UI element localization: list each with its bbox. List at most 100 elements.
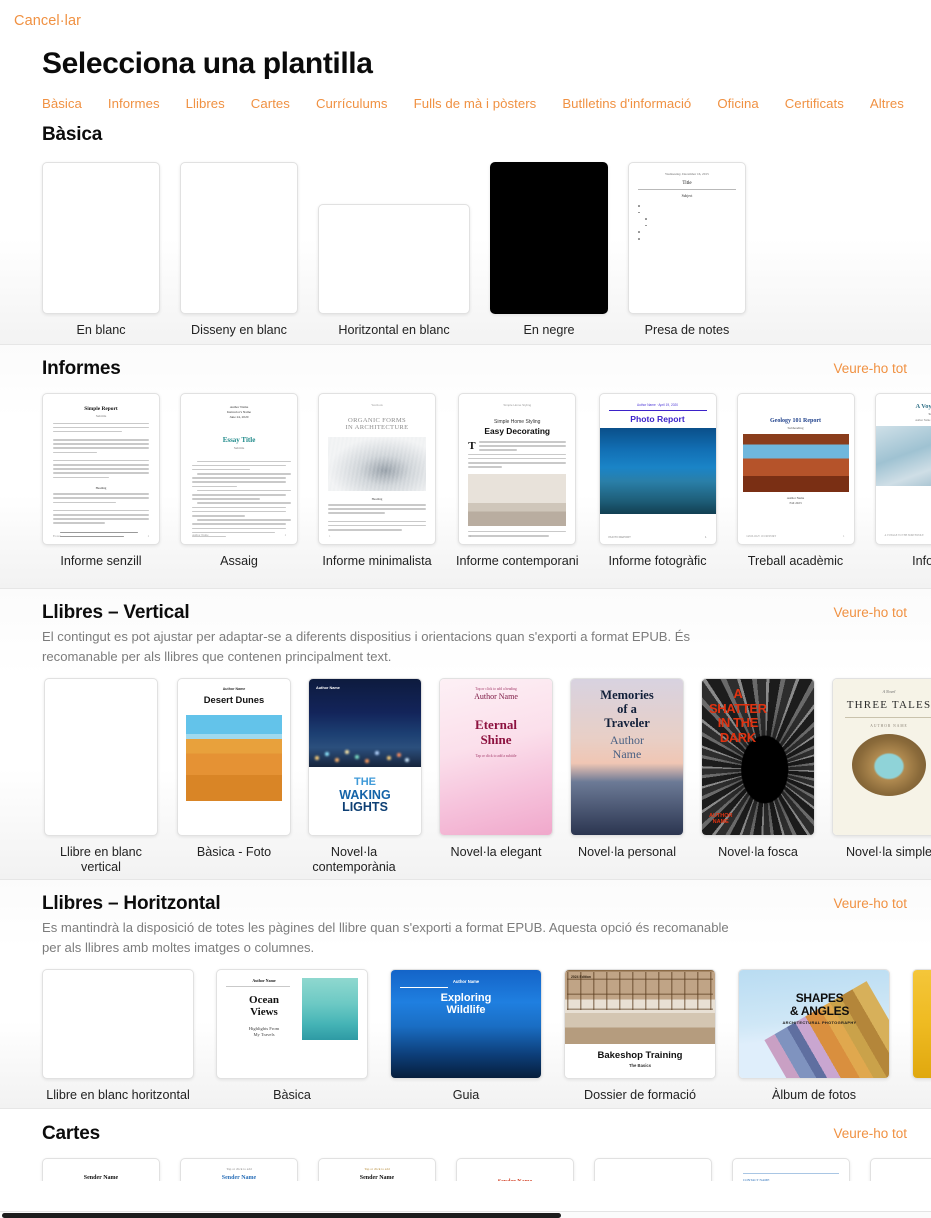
- tab-butlletins[interactable]: Butlletins d'informació: [562, 96, 691, 111]
- template-item-assaig[interactable]: Author Name Instructor's Name June 24, 2…: [180, 393, 298, 569]
- thumbnail-blank-portrait[interactable]: [42, 162, 160, 314]
- thumbnail-card-clipped[interactable]: [870, 1158, 931, 1181]
- thumbnail-desert-dunes[interactable]: Author Name Desert Dunes: [177, 678, 291, 836]
- thumbnail-shapes-angles[interactable]: SHAPES & ANGLES ARCHITECTURAL PHOTOGRAPH…: [738, 969, 890, 1079]
- template-item-album-de-fotos[interactable]: SHAPES & ANGLES ARCHITECTURAL PHOTOGRAPH…: [738, 969, 890, 1103]
- see-all-link[interactable]: Veure-ho tot: [833, 602, 907, 620]
- template-item-disseny-en-blanc[interactable]: Disseny en blanc: [180, 162, 298, 338]
- template-item-en-negre[interactable]: En negre: [490, 162, 608, 338]
- template-item-novella-elegant[interactable]: Tap or click to add a heading Author Nam…: [439, 678, 553, 860]
- iceberg-photo: [875, 426, 931, 486]
- see-all-link[interactable]: Veure-ho tot: [833, 1123, 907, 1141]
- thumbnail-memories-traveler[interactable]: Memories of a Traveler Author Name: [570, 678, 684, 836]
- template-item-presa-de-notes[interactable]: Wednesday, December 16, 2015 Title Subje…: [628, 162, 746, 338]
- template-item-novella-contemporania[interactable]: Author Name THE WAKING LIGHTS Novel·la c…: [308, 678, 422, 875]
- academic-subtitle: Subheading: [787, 426, 804, 430]
- thumbnail-card-red[interactable]: Sender Name: [456, 1158, 574, 1181]
- thumbnail-card-plain[interactable]: Sender Name: [42, 1158, 160, 1181]
- tab-informes[interactable]: Informes: [108, 96, 160, 111]
- thumbnail-contemporary-report[interactable]: Simple Home Styling Simple Home Styling …: [458, 393, 577, 545]
- tab-certificats[interactable]: Certificats: [785, 96, 844, 111]
- template-item-informe-fotografic[interactable]: Author Name · April 19, 2020 Photo Repor…: [598, 393, 717, 569]
- thumbnail-exploring-wildlife[interactable]: Author Name Exploring Wildlife: [390, 969, 542, 1079]
- template-item-dossier-de-formacio[interactable]: 2024 Edition Bakeshop Training The Basic…: [564, 969, 716, 1103]
- thumbnail-card-lines[interactable]: CONTACT NAME: [732, 1158, 850, 1181]
- section-description: Es mantindrà la disposició de totes les …: [42, 920, 729, 955]
- thumbnail-essay[interactable]: Author Name Instructor's Name June 24, 2…: [180, 393, 298, 545]
- notes-subject: Subject: [681, 194, 693, 198]
- thumbnail-three-tales[interactable]: A Novel THREE TALES AUTHOR NAME: [832, 678, 931, 836]
- template-item-treball-academic[interactable]: Geology 101 Report Subheading Author Nam…: [736, 393, 855, 569]
- thumbnail-blank-landscape[interactable]: [318, 204, 470, 314]
- template-item-horitzontal-en-blanc[interactable]: Horitzontal en blanc: [318, 162, 470, 338]
- template-row-cartes[interactable]: Sender Name Tap or click to add Sender N…: [0, 1145, 931, 1181]
- template-item-llibre-en-blanc-horitzontal[interactable]: Llibre en blanc horitzontal: [42, 969, 194, 1103]
- template-item-carta-6[interactable]: CONTACT NAME: [732, 1158, 850, 1181]
- template-row-llibres-horitzontal[interactable]: Llibre en blanc horitzontal Author Name …: [0, 957, 931, 1103]
- template-item-basica-foto[interactable]: Author Name Desert Dunes Bàsica - Foto: [177, 678, 291, 860]
- template-item-basica-horitzontal[interactable]: Author Name Ocean Views Highlights From …: [216, 969, 368, 1103]
- template-row-informes[interactable]: Simple Report Subtitle Heading Footer 1 …: [0, 380, 931, 569]
- template-item-carta-2[interactable]: Tap or click to add Sender Name: [180, 1158, 298, 1181]
- section-informes: Informes Veure-ho tot Simple Report Subt…: [0, 345, 931, 588]
- thumbnail-card-dark[interactable]: Tap or click to add Sender Name SUBTITLE…: [318, 1158, 436, 1181]
- template-item-en-blanc[interactable]: En blanc: [42, 162, 160, 338]
- see-all-link[interactable]: Veure-ho tot: [833, 893, 907, 911]
- thumbnail-note-taking[interactable]: Wednesday, December 16, 2015 Title Subje…: [628, 162, 746, 314]
- template-item-informe-minimalista[interactable]: Yearbook ORGANIC FORMS IN ARCHITECTURE H…: [318, 393, 436, 569]
- template-caption: Llibre en blanc horitzontal: [46, 1088, 190, 1102]
- thumbnail-card-blue[interactable]: Tap or click to add Sender Name: [180, 1158, 298, 1181]
- thumbnail-card-icon[interactable]: Sender Name: [594, 1158, 712, 1181]
- nest-photo: [852, 734, 926, 796]
- template-item-guia[interactable]: Author Name Exploring Wildlife Guia: [390, 969, 542, 1103]
- card-sender: Sender Name: [359, 1175, 395, 1181]
- template-item-novella-personal[interactable]: Memories of a Traveler Author Name Novel…: [570, 678, 684, 860]
- thumbnail-black[interactable]: [490, 162, 608, 314]
- thumbnail-eternal-shine[interactable]: Tap or click to add a heading Author Nam…: [439, 678, 553, 836]
- thumbnail-simple-report[interactable]: Simple Report Subtitle Heading Footer 1: [42, 393, 160, 545]
- thumbnail-blank-layout[interactable]: [180, 162, 298, 314]
- thumbnail-academic-paper[interactable]: Geology 101 Report Subheading Author Nam…: [736, 393, 855, 545]
- template-item-novella-fosca[interactable]: A SHATTER IN THE DARK AUTHOR NAME Novel·…: [701, 678, 815, 860]
- template-item-carta-5[interactable]: Sender Name: [594, 1158, 712, 1181]
- thumbnail-waking-lights[interactable]: Author Name THE WAKING LIGHTS: [308, 678, 422, 836]
- template-row-llibres-vertical[interactable]: Llibre en blanc vertical Author Name Des…: [0, 666, 931, 875]
- cancel-button[interactable]: Cancel·lar: [14, 13, 81, 29]
- thumbnail-ocean-views[interactable]: Author Name Ocean Views Highlights From …: [216, 969, 368, 1079]
- see-all-link[interactable]: Veure-ho tot: [833, 358, 907, 376]
- template-item-carta-3[interactable]: Tap or click to add Sender Name SUBTITLE…: [318, 1158, 436, 1181]
- template-item-recipes-clipped[interactable]: Recipes Soups by Author St Ra: [912, 969, 931, 1088]
- template-item-carta-1[interactable]: Sender Name: [42, 1158, 160, 1181]
- thumbnail-photo-report[interactable]: Author Name · April 19, 2020 Photo Repor…: [598, 393, 717, 545]
- thumbnail-bakeshop-training[interactable]: 2024 Edition Bakeshop Training The Basic…: [564, 969, 716, 1079]
- thumbnail-shatter-dark[interactable]: A SHATTER IN THE DARK AUTHOR NAME: [701, 678, 815, 836]
- tab-basica[interactable]: Bàsica: [42, 96, 82, 111]
- thumbnail-minimal-report[interactable]: Yearbook ORGANIC FORMS IN ARCHITECTURE H…: [318, 393, 436, 545]
- template-row-basica[interactable]: En blanc Disseny en blanc Horitzontal en…: [0, 146, 931, 338]
- thumbnail-blank-book-portrait[interactable]: [44, 678, 158, 836]
- category-tabbar[interactable]: Bàsica Informes Llibres Cartes Currículu…: [0, 82, 931, 111]
- thumbnail-voyage-report[interactable]: A Voyage to t Subtitle Author Name · Feb…: [874, 393, 931, 545]
- tab-llibres[interactable]: Llibres: [186, 96, 225, 111]
- template-item-carta-7[interactable]: [870, 1158, 931, 1181]
- template-item-informe-clipped[interactable]: A Voyage to t Subtitle Author Name · Feb…: [874, 393, 931, 569]
- academic-class: Fall 2023: [789, 501, 802, 505]
- tab-cartes[interactable]: Cartes: [251, 96, 290, 111]
- template-item-informe-senzill[interactable]: Simple Report Subtitle Heading Footer 1 …: [42, 393, 160, 569]
- tab-fulls-de-ma[interactable]: Fulls de mà i pòsters: [414, 96, 537, 111]
- tab-altres[interactable]: Altres: [870, 96, 904, 111]
- canyon-photo: [742, 434, 849, 492]
- thumbnail-blank-book-landscape[interactable]: [42, 969, 194, 1079]
- scrollbar-thumb[interactable]: [2, 1213, 561, 1218]
- notes-bullet: [638, 216, 736, 220]
- template-item-novella-simple[interactable]: A Novel THREE TALES AUTHOR NAME Novel·la…: [832, 678, 931, 860]
- horizontal-scrollbar[interactable]: [0, 1211, 931, 1218]
- book-author: Author Name: [222, 687, 246, 691]
- tab-curriculums[interactable]: Currículums: [316, 96, 388, 111]
- thumbnail-recipes[interactable]: Recipes Soups by Author St Ra: [912, 969, 931, 1079]
- template-item-informe-contemporani[interactable]: Simple Home Styling Simple Home Styling …: [456, 393, 579, 569]
- template-item-llibre-en-blanc-vertical[interactable]: Llibre en blanc vertical: [42, 678, 160, 875]
- template-item-carta-4[interactable]: Sender Name: [456, 1158, 574, 1181]
- tab-oficina[interactable]: Oficina: [717, 96, 758, 111]
- contemporary-eyebrow: Simple Home Styling: [494, 419, 541, 425]
